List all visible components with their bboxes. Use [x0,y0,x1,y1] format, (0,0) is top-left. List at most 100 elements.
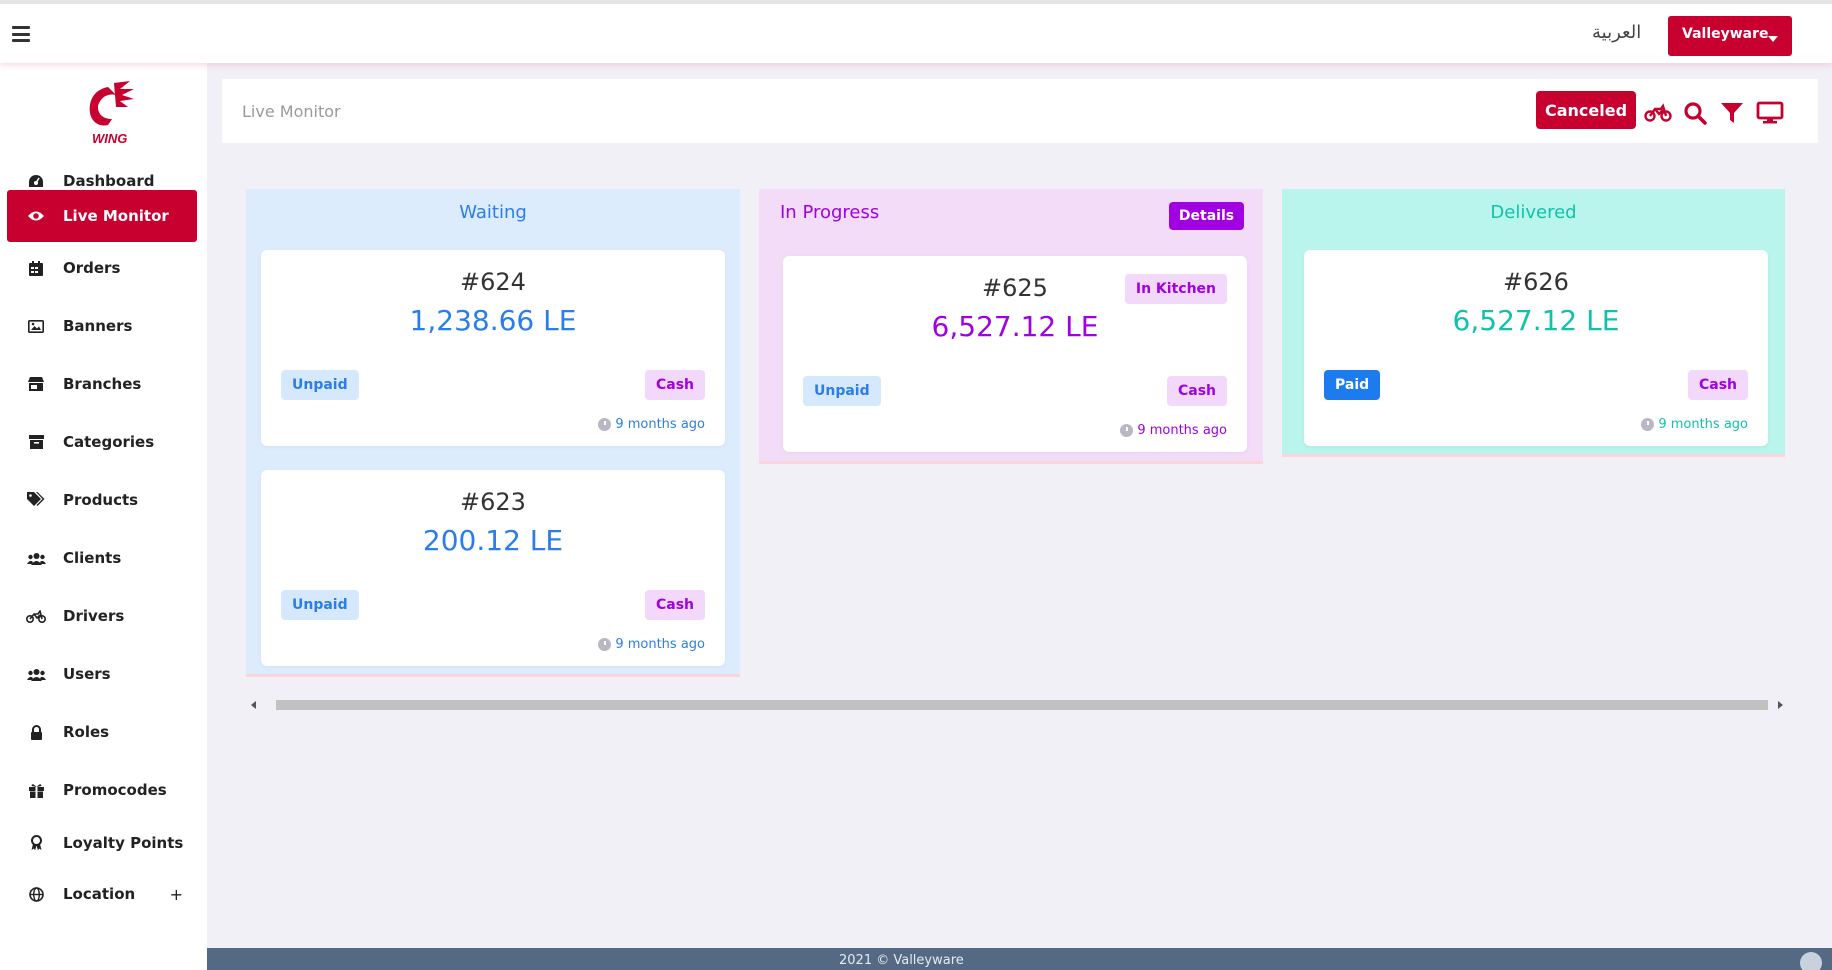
order-time: 9 months ago [598,637,705,652]
payment-status-badge: Paid [1324,370,1381,400]
store-icon [25,377,47,391]
order-card[interactable]: #625 In Kitchen 6,527.12 LE Unpaid Cash … [783,256,1247,452]
sidebar-item-label: Live Monitor [63,207,169,225]
payment-method-badge: Cash [644,370,705,400]
language-switch[interactable]: العربية [1592,22,1641,43]
footer: 2021 © Valleyware [207,948,1832,970]
sidebar-item-live-monitor[interactable]: Live Monitor [7,190,197,242]
sidebar-item-orders[interactable]: Orders [7,242,197,294]
order-time: 9 months ago [1641,417,1748,432]
expand-plus-icon[interactable]: + [170,885,183,904]
order-time-label: 9 months ago [1658,417,1748,432]
sidebar-item-label: Drivers [63,607,125,625]
wing-logo: WING [89,81,134,146]
clock-icon [598,638,612,651]
column-title: Delivered [1490,202,1577,223]
footer-copyright: 2021 © Valleyware [839,953,964,968]
svg-text:WING: WING [92,131,127,146]
order-amount: 6,527.12 LE [931,310,1099,343]
clock-icon [1120,424,1134,437]
payment-method-badge: Cash [1687,370,1748,400]
payment-status-badge: Unpaid [803,376,881,406]
sidebar-item-label: Banners [63,317,133,335]
clock-icon [1641,418,1655,431]
order-amount: 200.12 LE [422,524,564,557]
hamburger-icon[interactable] [12,26,30,42]
award-icon [25,835,47,851]
waiting-column: Waiting #624 1,238.66 LE Unpaid Cash 9 m… [246,189,740,677]
sidebar: WING Dashboard Live Monitor Orders Banne… [0,63,207,970]
column-title: Waiting [459,202,527,223]
top-bar: العربية Valleyware [0,0,1832,63]
sidebar-item-label: Categories [63,433,155,451]
motorcycle-icon [25,609,47,623]
order-card[interactable]: #623 200.12 LE Unpaid Cash 9 months ago [261,470,725,666]
filter-icon[interactable] [1718,101,1746,125]
sidebar-item-label: Users [63,665,111,683]
motorcycle-icon[interactable] [1644,101,1672,125]
canceled-button[interactable]: Canceled [1536,91,1636,129]
globe-icon [25,886,47,902]
sidebar-item-branches[interactable]: Branches [7,358,197,410]
delivered-column: Delivered #626 6,527.12 LE Paid Cash 9 m… [1282,189,1785,457]
order-time: 9 months ago [598,417,705,432]
sidebar-item-label: Orders [63,259,121,277]
archive-icon [25,435,47,449]
order-number: #626 [1503,268,1569,296]
users-icon [25,552,47,565]
horizontal-scrollbar[interactable] [246,697,1788,713]
calendar-icon [25,260,47,276]
search-icon[interactable] [1682,101,1710,125]
sidebar-item-clients[interactable]: Clients [7,532,197,584]
sidebar-item-banners[interactable]: Banners [7,300,197,352]
order-time-label: 9 months ago [1137,423,1227,438]
column-title: In Progress [780,202,880,223]
sidebar-item-location[interactable]: Location + [7,868,197,920]
sidebar-item-label: Promocodes [63,781,167,799]
gauge-icon [25,174,47,188]
users-icon [25,668,47,681]
order-card[interactable]: #624 1,238.66 LE Unpaid Cash 9 months ag… [261,250,725,446]
order-card[interactable]: #626 6,527.12 LE Paid Cash 9 months ago [1304,250,1768,446]
sidebar-item-products[interactable]: Products [7,474,197,526]
order-number: #623 [460,488,526,516]
order-amount: 1,238.66 LE [409,304,577,337]
order-time-label: 9 months ago [615,417,705,432]
sidebar-item-label: Clients [63,549,122,567]
sidebar-item-label: Roles [63,723,110,741]
sidebar-item-label: Dashboard [63,172,155,190]
payment-method-badge: Cash [644,590,705,620]
tags-icon [25,492,47,508]
sidebar-item-label: Loyalty Points [63,834,184,852]
sidebar-item-label: Branches [63,375,142,393]
lock-icon [25,724,47,740]
in-progress-column: In Progress Details #625 In Kitchen 6,52… [759,189,1263,464]
order-number: #624 [460,268,526,296]
scrollbar-thumb[interactable] [276,700,1768,710]
sidebar-item-promocodes[interactable]: Promocodes [7,764,197,816]
sidebar-item-users[interactable]: Users [7,648,197,700]
scroll-right-arrow-icon[interactable] [1778,701,1783,709]
details-button[interactable]: Details [1169,202,1244,230]
clock-icon [598,418,612,431]
sidebar-item-drivers[interactable]: Drivers [7,590,197,642]
order-stage-badge: In Kitchen [1124,274,1227,304]
scroll-left-arrow-icon[interactable] [251,701,256,709]
sidebar-item-roles[interactable]: Roles [7,706,197,758]
eye-icon [25,210,47,222]
payment-status-badge: Unpaid [281,590,359,620]
desktop-icon[interactable] [1756,101,1784,125]
sidebar-item-categories[interactable]: Categories [7,416,197,468]
gift-icon [25,783,47,798]
order-amount: 6,527.12 LE [1452,304,1620,337]
order-time-label: 9 months ago [615,637,705,652]
caret-down-icon [1768,36,1778,42]
scroll-top-icon[interactable] [1800,952,1822,970]
user-menu-button[interactable]: Valleyware [1668,16,1792,56]
sidebar-item-loyalty-points[interactable]: Loyalty Points [7,817,197,869]
payment-status-badge: Unpaid [281,370,359,400]
sidebar-item-label: Location [63,885,136,903]
order-time: 9 months ago [1120,423,1227,438]
sidebar-item-label: Products [63,491,139,509]
user-menu-label: Valleyware [1682,26,1769,42]
